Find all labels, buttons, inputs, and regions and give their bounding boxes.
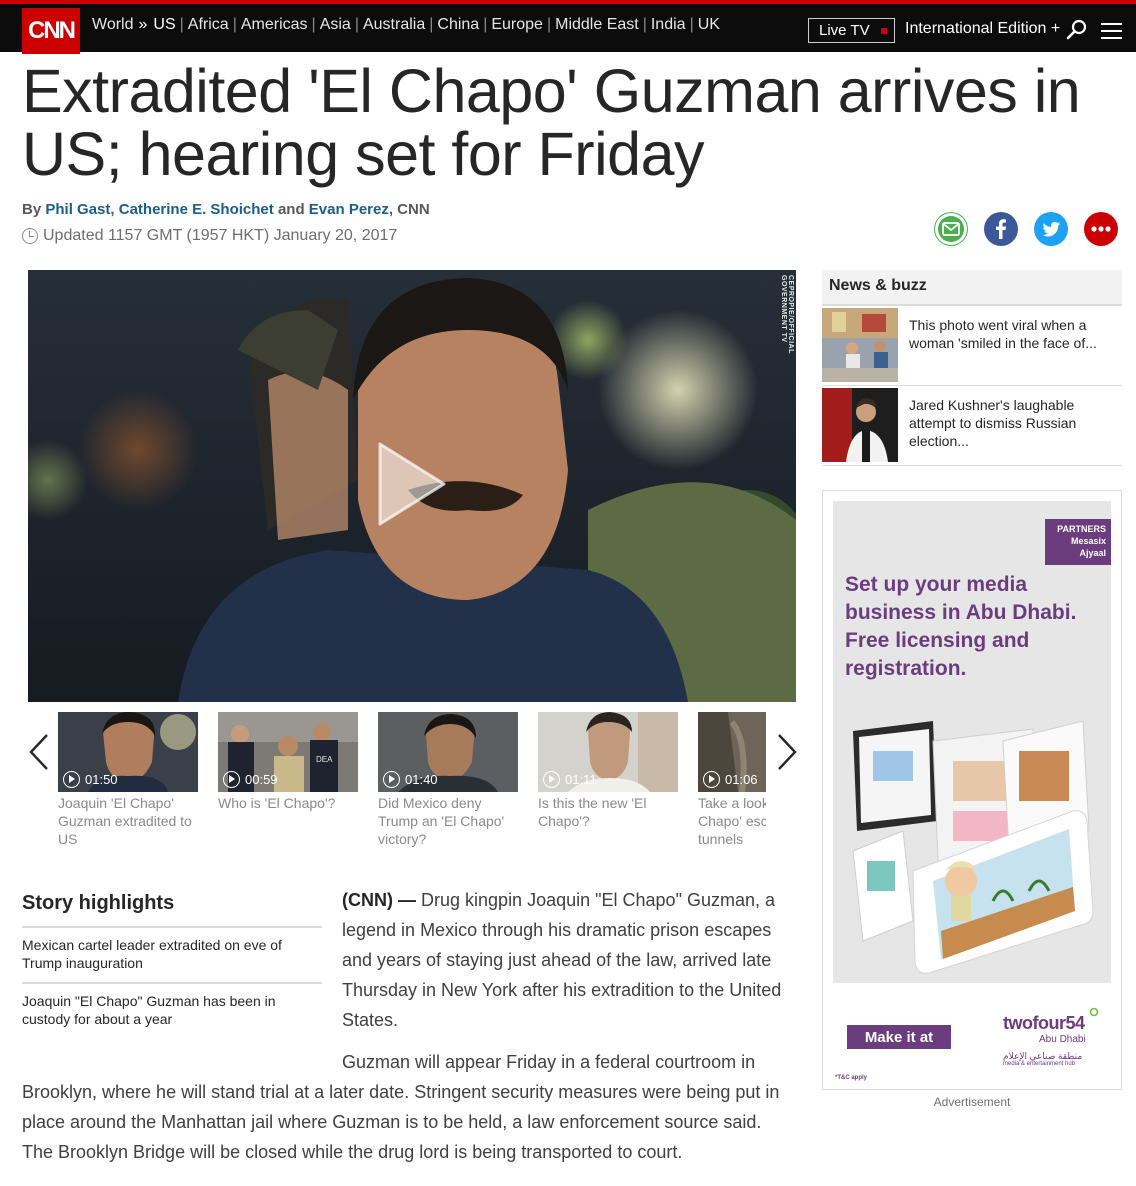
nav-link-india[interactable]: India [651, 16, 686, 34]
author-link[interactable]: Phil Gast [45, 201, 110, 218]
carousel-caption[interactable]: Who is 'El Chapo'? [218, 794, 358, 812]
top-nav: CNN World » US | Africa | Americas | Asi… [0, 0, 1136, 54]
carousel-caption[interactable]: Is this the new 'El Chapo'? [538, 794, 678, 830]
email-share-button[interactable] [934, 212, 968, 246]
brand-ring-icon [1089, 1007, 1099, 1017]
facebook-share-button[interactable] [984, 212, 1018, 246]
carousel-item[interactable]: 01:40 Did Mexico deny Trump an 'El Chapo… [378, 712, 518, 848]
news-item[interactable]: This photo went viral when a woman 'smil… [822, 306, 1122, 386]
video-thumbnail: 01:11 [538, 712, 678, 792]
news-thumbnail [822, 308, 898, 382]
play-circle-icon [63, 771, 80, 788]
twitter-share-button[interactable] [1034, 212, 1068, 246]
ad-creative: PARTNERS Mesasix Ajyaal Set up your medi… [833, 501, 1111, 983]
hamburger-menu-icon[interactable] [1101, 23, 1122, 39]
clock-icon [22, 228, 38, 244]
facebook-icon [996, 219, 1006, 239]
dateline: (CNN) — [342, 890, 416, 910]
ad-partners-badge: PARTNERS Mesasix Ajyaal [1045, 519, 1111, 565]
cnn-logo[interactable]: CNN [22, 8, 80, 54]
carousel-prev-icon[interactable] [28, 733, 50, 771]
ad-terms: *T&C apply [835, 1075, 868, 1081]
video-thumbnail: 01:06 [698, 712, 766, 792]
news-item-title[interactable]: This photo went viral when a woman 'smil… [909, 316, 1114, 352]
nav-link-asia[interactable]: Asia [320, 16, 351, 34]
twitter-icon [1042, 221, 1060, 237]
nav-link-uk[interactable]: UK [698, 16, 720, 34]
nav-link-europe[interactable]: Europe [491, 16, 543, 34]
ad-headline: Set up your media business in Abu Dhabi.… [845, 573, 1077, 680]
search-icon[interactable] [1066, 19, 1088, 41]
video-thumbnail: DEA 00:59 [218, 712, 358, 792]
play-circle-icon [383, 771, 400, 788]
ad-devices-illustration [852, 720, 1094, 974]
nav-link-middle-east[interactable]: Middle East [555, 16, 639, 34]
news-thumbnail [822, 388, 898, 462]
news-and-buzz-title: News & buzz [822, 270, 1122, 306]
nav-link-africa[interactable]: Africa [188, 16, 229, 34]
video-credit: CEPROPIE/OFFICIAL GOVERNMENT TV [780, 275, 794, 354]
story-highlights-title: Story highlights [22, 892, 175, 914]
news-item[interactable]: Jared Kushner's laughable attempt to dis… [822, 386, 1122, 466]
author-link[interactable]: Evan Perez [309, 201, 389, 218]
ad-brand-tagline: media & entertainment hub [1003, 1061, 1076, 1067]
live-tv-label: Live TV [819, 22, 870, 39]
nav-link-china[interactable]: China [437, 16, 479, 34]
live-indicator-icon [880, 27, 887, 34]
updated-timestamp: Updated 1157 GMT (1957 HKT) January 20, … [22, 227, 397, 245]
video-carousel: 01:50 Joaquin 'El Chapo' Guzman extradit… [58, 712, 766, 852]
ad-brand-sub: Abu Dhabi [1039, 1034, 1086, 1045]
carousel-next-icon[interactable] [776, 733, 798, 771]
carousel-item[interactable]: DEA 00:59 Who is 'El Chapo'? [218, 712, 358, 812]
article-paragraph: Guzman will appear Friday in a federal c… [22, 1052, 780, 1162]
article-paragraph: (CNN) — Drug kingpin Joaquin "El Chapo" … [342, 890, 782, 1030]
svg-text:DEA: DEA [316, 755, 333, 764]
section-nav: World » US | Africa | Americas | Asia | … [92, 16, 720, 34]
highlight-item: Joaquin "El Chapo" Guzman has been in cu… [22, 982, 322, 1038]
carousel-item[interactable]: 01:11 Is this the new 'El Chapo'? [538, 712, 678, 830]
video-thumbnail: 01:40 [378, 712, 518, 792]
play-circle-icon [543, 771, 560, 788]
nav-link-us[interactable]: US [153, 16, 175, 34]
carousel-caption[interactable]: Did Mexico deny Trump an 'El Chapo' vict… [378, 794, 518, 848]
video-thumbnail: 01:50 [58, 712, 198, 792]
news-and-buzz: News & buzz This photo went viral when a… [822, 270, 1122, 466]
nav-link-world[interactable]: World [92, 16, 134, 34]
news-item-title[interactable]: Jared Kushner's laughable attempt to dis… [909, 396, 1114, 450]
carousel-caption[interactable]: Take a look at 'El Chapo' escape tunnels [698, 794, 766, 848]
author-link[interactable]: Catherine E. Shoichet [119, 201, 274, 218]
ad-brand-logo: twofour54 [1003, 1013, 1085, 1033]
carousel-caption[interactable]: Joaquin 'El Chapo' Guzman extradited to … [58, 794, 198, 848]
more-icon [1091, 226, 1111, 232]
edition-selector[interactable]: International Edition + [905, 20, 1060, 38]
byline: By Phil Gast, Catherine E. Shoichet and … [22, 201, 430, 218]
live-tv-button[interactable]: Live TV [808, 18, 895, 43]
ad-cta-button[interactable]: Make it at [847, 1025, 951, 1049]
nav-separator: » [138, 16, 148, 33]
advertisement-label: Advertisement [933, 1095, 1011, 1109]
nav-link-americas[interactable]: Americas [241, 16, 308, 34]
email-icon [935, 213, 967, 245]
carousel-item[interactable]: 01:06 Take a look at 'El Chapo' escape t… [698, 712, 766, 848]
carousel-item[interactable]: 01:50 Joaquin 'El Chapo' Guzman extradit… [58, 712, 198, 848]
highlight-item: Mexican cartel leader extradited on eve … [22, 926, 322, 982]
play-icon[interactable] [370, 438, 450, 530]
play-circle-icon [223, 771, 240, 788]
story-highlights-list: Mexican cartel leader extradited on eve … [22, 926, 322, 1038]
article-headline: Extradited 'El Chapo' Guzman arrives in … [22, 57, 1081, 188]
advertisement[interactable]: PARTNERS Mesasix Ajyaal Set up your medi… [822, 490, 1122, 1090]
play-circle-icon [703, 771, 720, 788]
nav-link-australia[interactable]: Australia [363, 16, 425, 34]
more-share-button[interactable] [1084, 212, 1118, 246]
